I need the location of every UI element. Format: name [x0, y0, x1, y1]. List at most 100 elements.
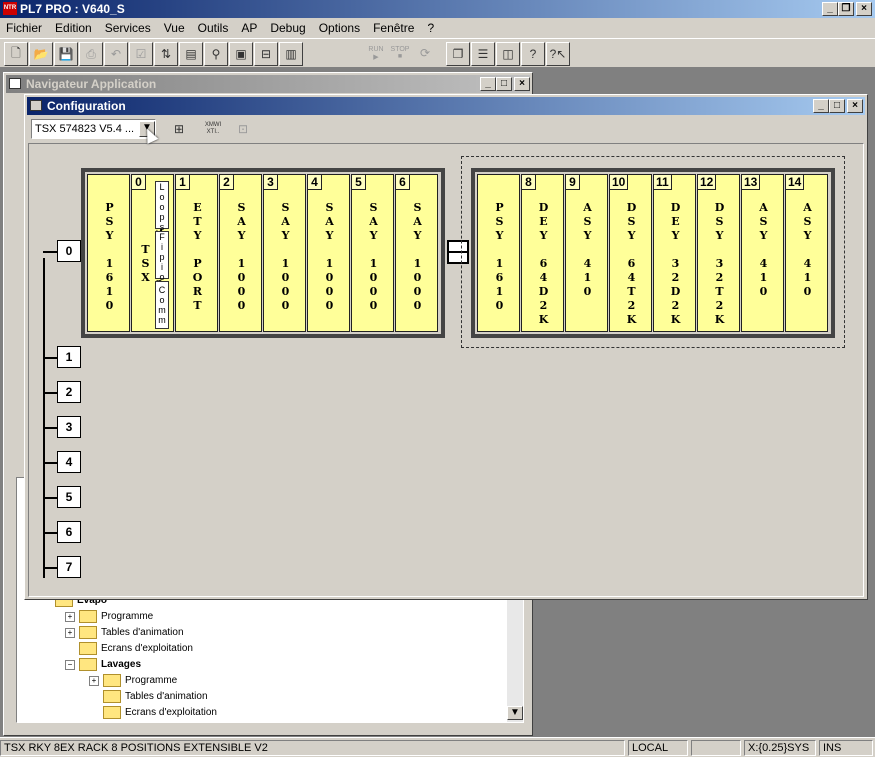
transfer-icon[interactable]: ⇅: [154, 42, 178, 66]
validate-icon[interactable]: ☑: [129, 42, 153, 66]
expand-icon[interactable]: +: [65, 627, 75, 638]
rack-slot-14[interactable]: 14 ASY 410: [785, 174, 828, 332]
open-icon[interactable]: 📂: [29, 42, 53, 66]
connect-icon[interactable]: ⊟: [254, 42, 278, 66]
context-help-icon[interactable]: ?↖: [546, 42, 570, 66]
rack-number-5[interactable]: 5: [57, 486, 81, 508]
rack-number-4[interactable]: 4: [57, 451, 81, 473]
rack-slot-0[interactable]: 0TSX 574823LoopsFipioComm: [131, 174, 174, 332]
configuration-window: Configuration _ □ × TSX 574823 V5.4 ... …: [24, 94, 868, 600]
rack-branch-line: [43, 357, 57, 359]
help-icon[interactable]: ?: [521, 42, 545, 66]
tree-item[interactable]: Ecrans d'exploitation: [17, 642, 507, 658]
run-button[interactable]: RUN ▶: [365, 42, 387, 64]
tree-item[interactable]: + Programme: [17, 674, 507, 690]
menu-options[interactable]: Options: [319, 21, 360, 35]
menu-edition[interactable]: Edition: [55, 21, 92, 35]
rack-slot-13[interactable]: 13 ASY 410: [741, 174, 784, 332]
rack-slot-10[interactable]: 10 DSY 64T2K: [609, 174, 652, 332]
tree-scroll-down-button[interactable]: ▼: [507, 706, 523, 720]
navigator-minimize-button[interactable]: _: [480, 77, 496, 91]
folder-icon: [79, 642, 97, 655]
navigator-maximize-button[interactable]: □: [496, 77, 512, 91]
tile-v-icon[interactable]: ◫: [496, 42, 520, 66]
rack-slot-6[interactable]: 6 SAY 1000: [395, 174, 438, 332]
module-reference: ASY 410: [801, 201, 814, 299]
xmwi-button[interactable]: XMWI XTI..: [200, 118, 226, 140]
rack-branch-line: [43, 532, 57, 534]
init-icon[interactable]: ⟳: [414, 42, 436, 64]
expand-icon[interactable]: +: [89, 675, 99, 686]
menu-help[interactable]: ?: [427, 21, 434, 35]
rack-number-7[interactable]: 7: [57, 556, 81, 578]
menu-ap[interactable]: AP: [241, 21, 257, 35]
rack-slot-psu[interactable]: PSY 1610: [477, 174, 520, 332]
slot-number: 3: [264, 175, 278, 190]
module-reference: ETY PORT: [191, 201, 204, 313]
expand-icon[interactable]: +: [65, 611, 75, 622]
new-icon[interactable]: 🗋: [4, 42, 28, 66]
rack-slot-9[interactable]: 9 ASY 410: [565, 174, 608, 332]
rack-number-2[interactable]: 2: [57, 381, 81, 403]
tree-item[interactable]: + Programme: [17, 610, 507, 626]
menu-fichier[interactable]: Fichier: [6, 21, 42, 35]
collapse-icon[interactable]: −: [65, 659, 75, 670]
configuration-minimize-button[interactable]: _: [813, 99, 829, 113]
rack-slot-2[interactable]: 2 SAY 1000: [219, 174, 262, 332]
find-icon[interactable]: ⚲: [204, 42, 228, 66]
rack-slot-12[interactable]: 12 DSY 32T2K: [697, 174, 740, 332]
tree-item[interactable]: + Tables d'animation: [17, 626, 507, 642]
menu-services[interactable]: Services: [105, 21, 151, 35]
rack-branch-line: [43, 497, 57, 499]
configuration-icon: [30, 100, 42, 111]
menu-vue[interactable]: Vue: [164, 21, 185, 35]
print-icon[interactable]: ⎙: [79, 42, 103, 66]
cpu-port-comm[interactable]: Comm: [155, 281, 169, 329]
rack-slot-3[interactable]: 3 SAY 1000: [263, 174, 306, 332]
app-close-button[interactable]: ×: [856, 2, 872, 16]
navigator-close-button[interactable]: ×: [514, 77, 530, 91]
module-reference: DSY 64T2K: [625, 201, 638, 327]
rack-slot-psu[interactable]: PSY 1610: [87, 174, 130, 332]
status-mode: LOCAL: [628, 740, 688, 756]
network-icon[interactable]: ⊡: [232, 118, 254, 140]
tree-item[interactable]: Tables d'animation: [17, 690, 507, 706]
rack-slot-5[interactable]: 5 SAY 1000: [351, 174, 394, 332]
slot-number: 4: [308, 175, 322, 190]
window-icon[interactable]: ▣: [229, 42, 253, 66]
app-minimize-button[interactable]: _: [822, 2, 838, 16]
cpu-port-fipio[interactable]: Fipio: [155, 231, 169, 282]
rack-slot-8[interactable]: 8 DEY 64D2K: [521, 174, 564, 332]
menu-fentre[interactable]: Fenêtre: [373, 21, 414, 35]
rack-slot-11[interactable]: 11 DEY 32D2K: [653, 174, 696, 332]
app-logo-icon: NTR: [3, 2, 17, 15]
rack-number-1[interactable]: 1: [57, 346, 81, 368]
tree-item[interactable]: − Lavages: [17, 658, 507, 674]
status-address: X:{0.25}SYS: [744, 740, 816, 756]
rack-slot-4[interactable]: 4 SAY 1000: [307, 174, 350, 332]
undo-icon[interactable]: ↶: [104, 42, 128, 66]
cascade-icon[interactable]: ❐: [446, 42, 470, 66]
config-canvas: 01234567 PSY 16100TSX 574823LoopsFipioCo…: [28, 143, 864, 597]
configuration-close-button[interactable]: ×: [847, 99, 863, 113]
configuration-maximize-button[interactable]: □: [829, 99, 845, 113]
rack-view-icon[interactable]: ⊞: [168, 118, 190, 140]
rack-number-6[interactable]: 6: [57, 521, 81, 543]
rack-icon[interactable]: ▥: [279, 42, 303, 66]
stop-button[interactable]: STOP ■: [389, 42, 411, 64]
save-icon[interactable]: 💾: [54, 42, 78, 66]
tree-item[interactable]: Ecrans d'exploitation: [17, 706, 507, 722]
menu-bar: Fichier Edition Services Vue Outils AP Debug Op…: [0, 18, 875, 38]
module-reference: ASY 410: [581, 201, 594, 299]
rack-number-0[interactable]: 0: [57, 240, 81, 262]
menu-outils[interactable]: Outils: [198, 21, 229, 35]
animation-icon[interactable]: ▤: [179, 42, 203, 66]
rack-number-3[interactable]: 3: [57, 416, 81, 438]
menu-debug[interactable]: Debug: [270, 21, 305, 35]
processor-select[interactable]: TSX 574823 V5.4 ... ▼: [31, 119, 156, 139]
tile-h-icon[interactable]: ☰: [471, 42, 495, 66]
app-restore-button[interactable]: ❐: [838, 2, 854, 16]
rack-slot-1[interactable]: 1 ETY PORT: [175, 174, 218, 332]
slot-number: 5: [352, 175, 366, 190]
cpu-port-loops[interactable]: Loops: [155, 181, 169, 232]
